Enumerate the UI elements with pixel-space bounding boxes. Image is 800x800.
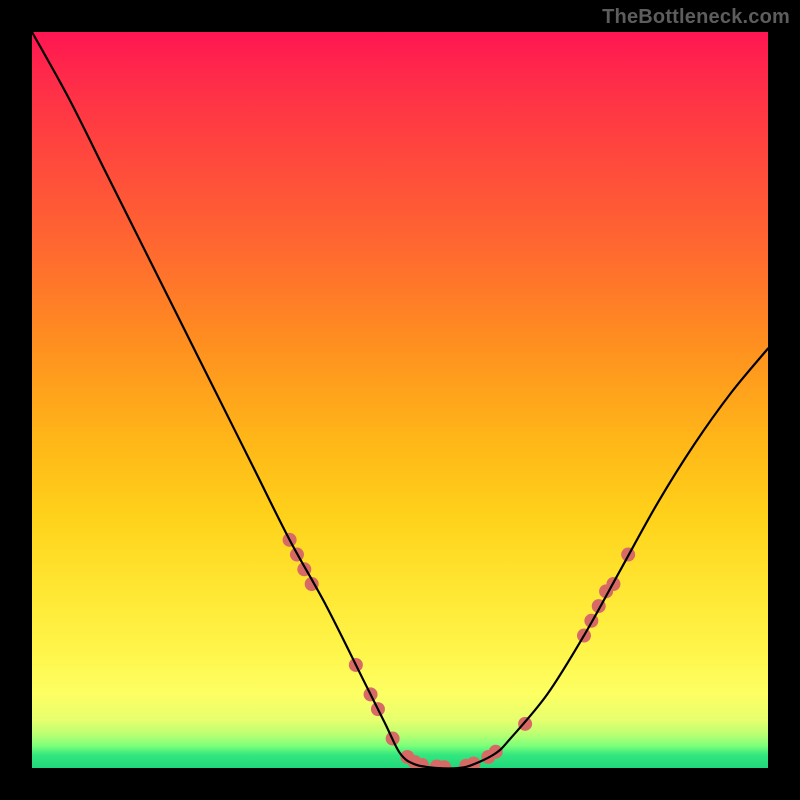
watermark-text: TheBottleneck.com: [602, 6, 790, 29]
plot-area: [32, 32, 768, 768]
curve-markers: [283, 533, 636, 768]
bottleneck-curve: [32, 32, 768, 768]
curve-layer: [32, 32, 768, 768]
chart-frame: TheBottleneck.com: [0, 0, 800, 800]
